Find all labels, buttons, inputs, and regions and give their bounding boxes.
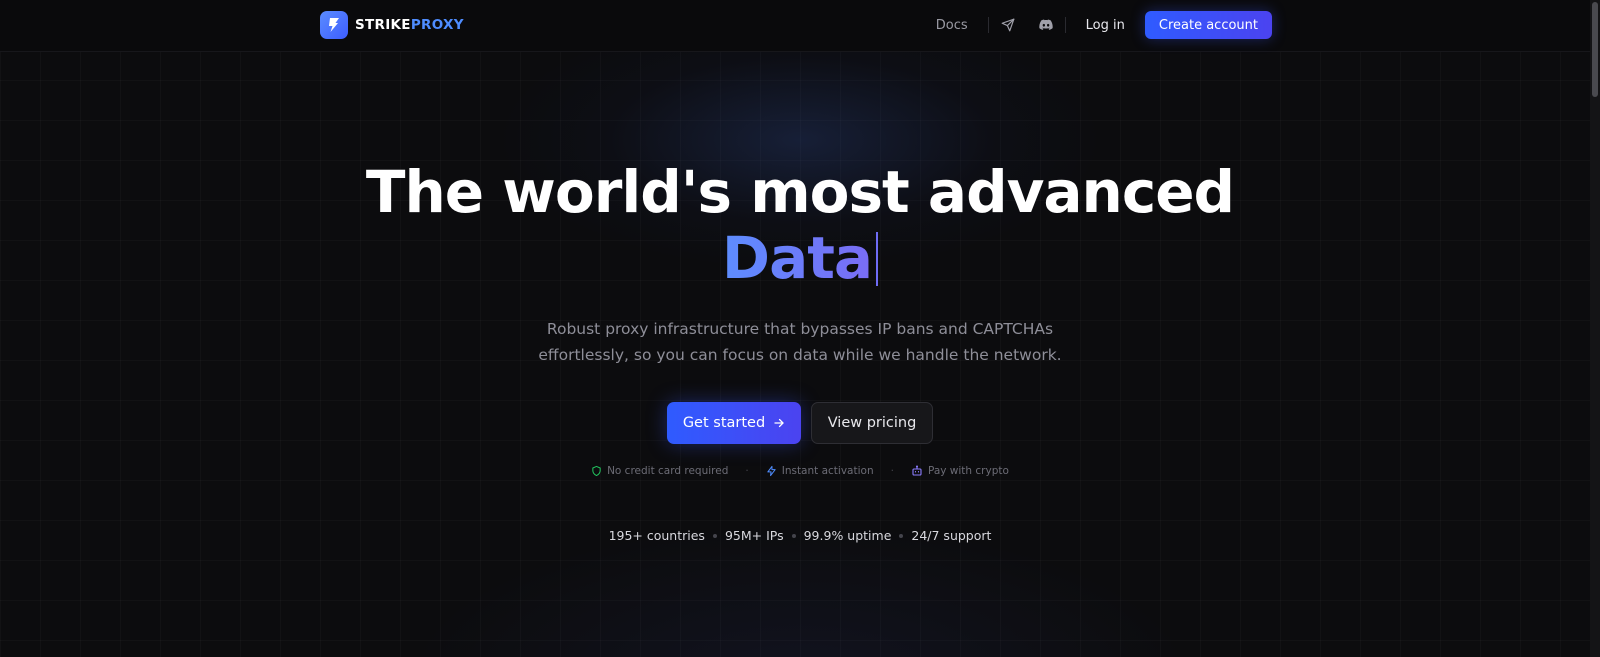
bolt-icon <box>767 465 776 477</box>
feature-label: Pay with crypto <box>927 465 1009 477</box>
brand-name: STRIKEPROXY <box>355 17 464 33</box>
logo-mark-icon <box>320 11 348 39</box>
telegram-icon[interactable] <box>989 11 1027 39</box>
stat-separator <box>712 533 717 538</box>
feature-label: Instant activation <box>781 465 874 477</box>
hero-subtitle: Robust proxy infrastructure that bypasse… <box>538 320 1062 364</box>
typing-caret <box>876 232 879 286</box>
feature-separator: · <box>890 465 894 477</box>
stat-separator <box>899 533 904 538</box>
stat-item: 99.9% uptime <box>803 528 892 543</box>
brand-logo[interactable]: STRIKEPROXY <box>320 11 464 39</box>
hero-title: The world's most advanced <box>365 158 1235 226</box>
feature-item: Instant activation <box>766 465 874 477</box>
feature-list: No credit card required · Instant activa… <box>0 465 1600 477</box>
nav-docs-link[interactable]: Docs <box>936 18 968 33</box>
feature-item: No credit card required <box>591 465 728 477</box>
stat-item: 24/7 support <box>911 528 992 543</box>
nav-divider <box>1064 17 1066 33</box>
feature-item: Pay with crypto <box>911 465 1009 477</box>
stat-separator <box>791 533 796 538</box>
scrollbar-thumb[interactable] <box>1592 2 1598 97</box>
feature-label: No credit card required <box>607 465 729 477</box>
feature-separator: · <box>745 465 749 477</box>
view-pricing-button[interactable]: View pricing <box>811 402 933 444</box>
stat-item: 195+ countries <box>608 528 705 543</box>
stats-row: 195+ countries 95M+ IPs 99.9% uptime 24/… <box>0 528 1600 543</box>
top-nav: Docs Log in Create account <box>936 11 1272 39</box>
page-scrollbar[interactable] <box>1590 0 1600 657</box>
site-header: STRIKEPROXY Docs Log in Create account <box>0 0 1600 52</box>
get-started-button[interactable]: Get started <box>667 402 801 444</box>
hero-rotating-word: Data <box>721 224 873 292</box>
cta-row: Get started View pricing <box>0 402 1600 444</box>
stat-item: 95M+ IPs <box>724 528 784 543</box>
brand-name-strike: STRIKE <box>355 17 411 33</box>
arrow-right-icon <box>774 418 784 428</box>
discord-icon[interactable] <box>1027 11 1065 39</box>
create-account-button[interactable]: Create account <box>1144 11 1272 39</box>
robot-icon <box>912 465 922 476</box>
hero-rotating-word-container: Data <box>0 224 1600 292</box>
brand-name-proxy: PROXY <box>410 17 464 33</box>
login-link[interactable]: Log in <box>1086 18 1125 33</box>
shield-icon <box>592 465 601 477</box>
get-started-label: Get started <box>682 415 766 431</box>
